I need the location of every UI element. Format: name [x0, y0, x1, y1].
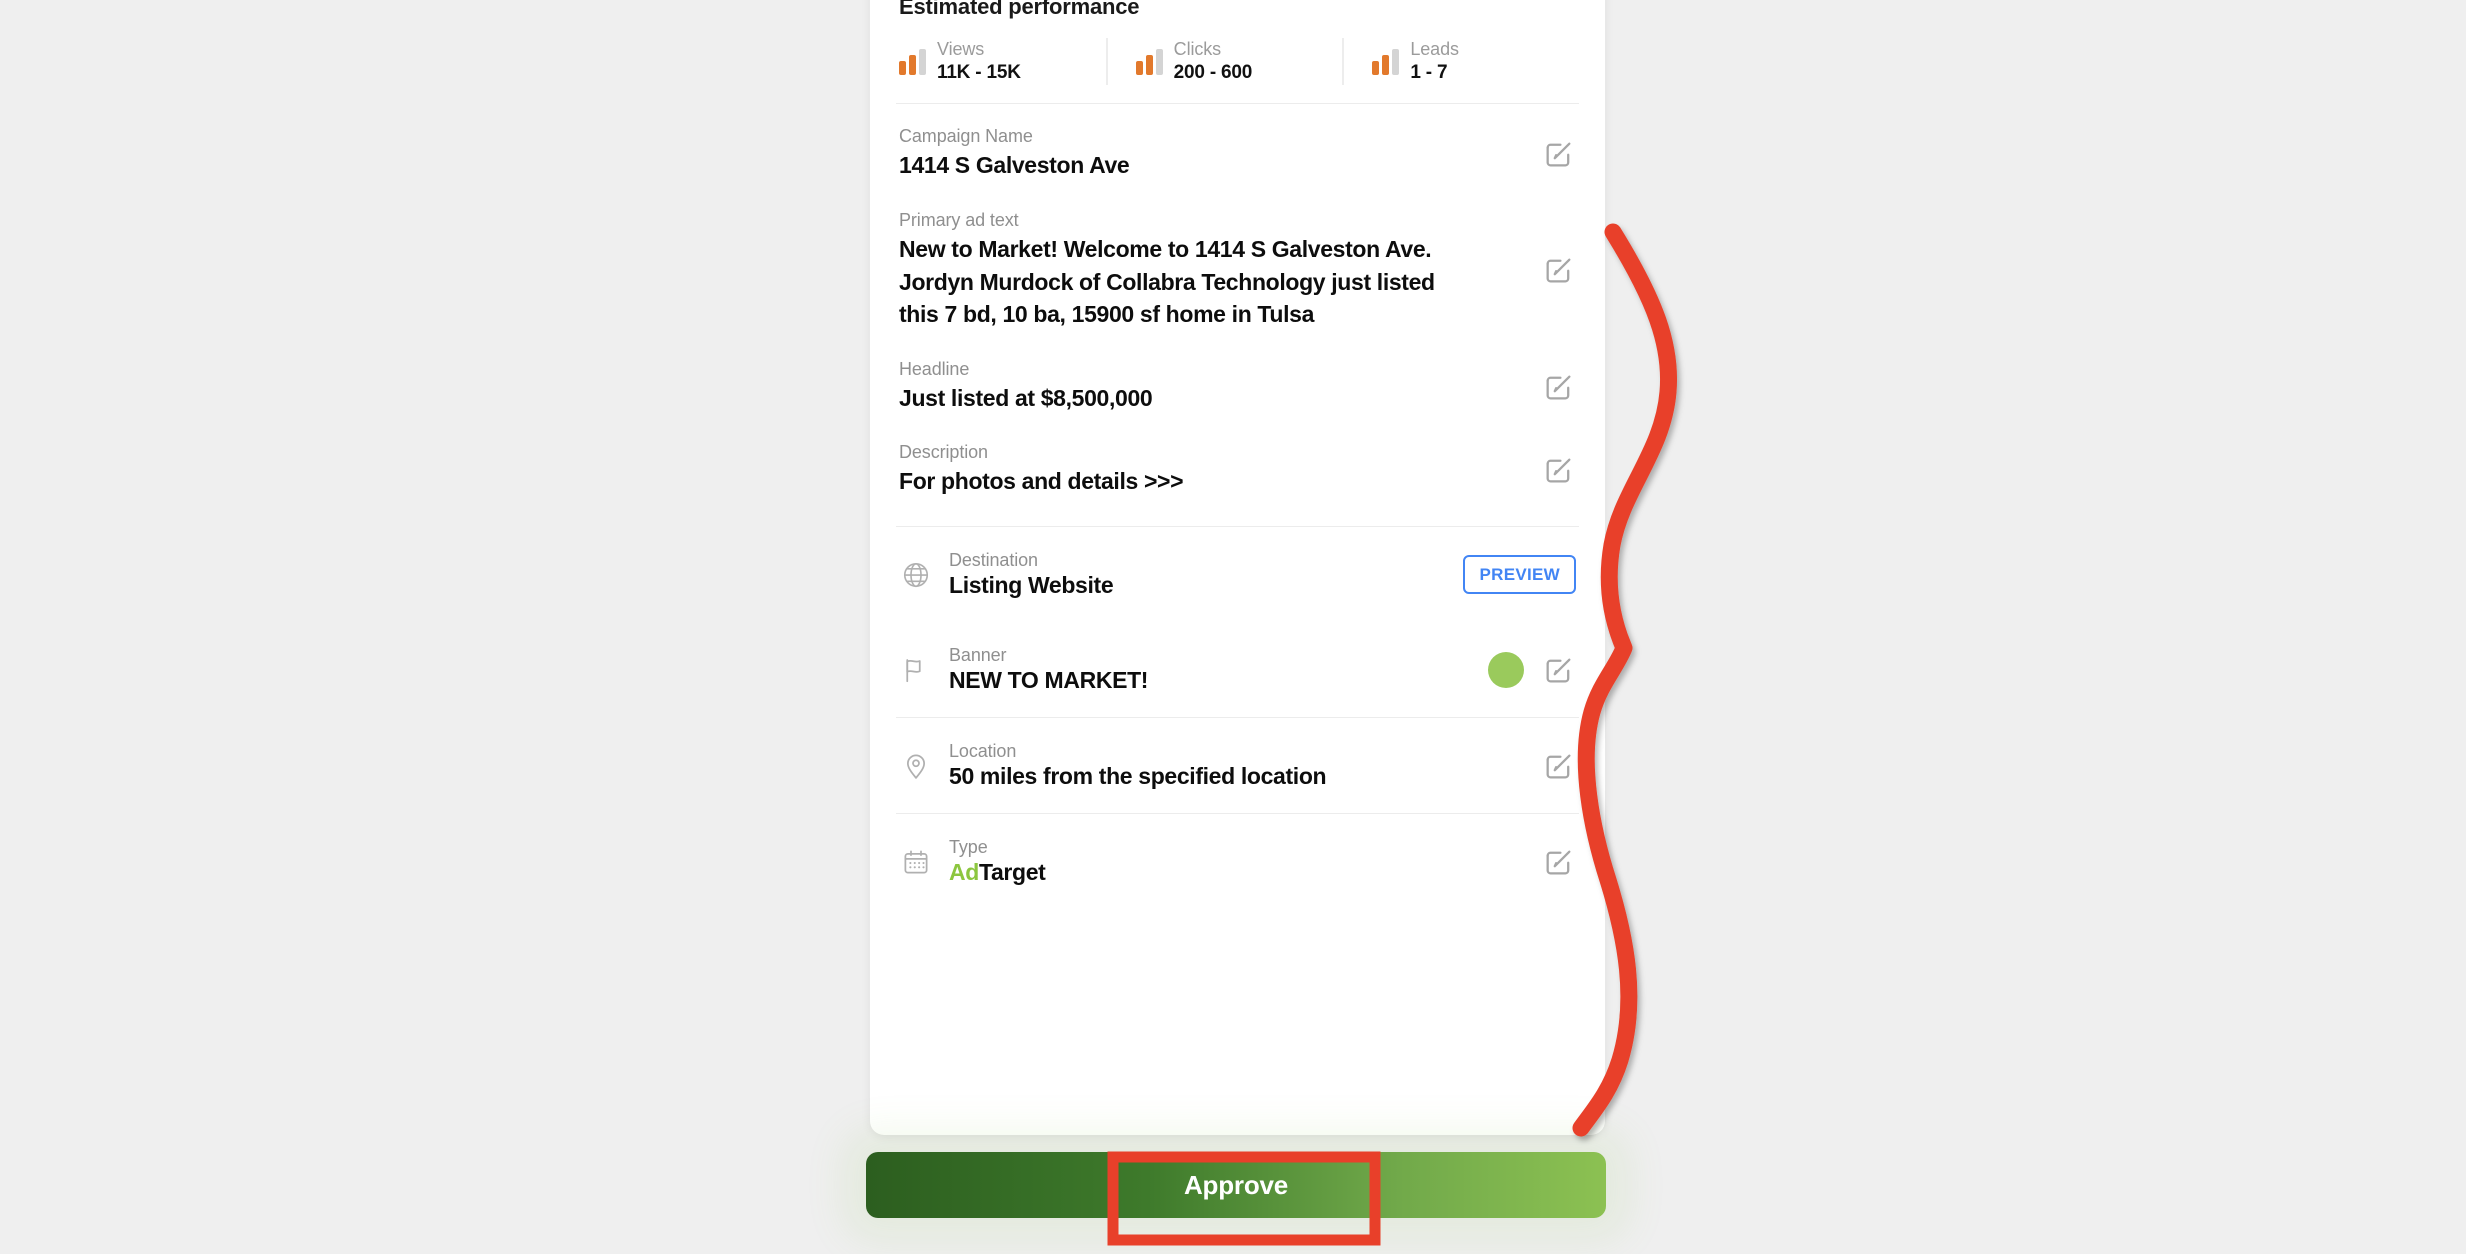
metric-label: Clicks [1173, 39, 1222, 59]
row-value: AdTarget [949, 859, 1542, 886]
edit-icon[interactable] [1542, 137, 1576, 171]
estimated-performance-title: Estimated performance [899, 0, 1140, 19]
row-label: Location [949, 741, 1017, 762]
location-pin-icon [899, 749, 933, 783]
row-label: Destination [949, 550, 1038, 571]
field-label: Primary ad text [899, 209, 1019, 230]
metric-leads: Leads 1 - 7 [1342, 38, 1579, 86]
field-headline: Headline Just listed at $8,500,000 [896, 337, 1579, 421]
row-location: Location 50 miles from the specified loc… [896, 718, 1579, 813]
calendar-icon [899, 845, 933, 879]
edit-icon[interactable] [1542, 370, 1576, 404]
metric-value: 200 - 600 [1173, 61, 1253, 83]
field-campaign-name: Campaign Name 1414 S Galveston Ave [896, 104, 1579, 188]
bar-chart-icon [1372, 48, 1400, 75]
row-value: Listing Website [949, 572, 1114, 599]
edit-icon[interactable] [1542, 253, 1576, 287]
row-value-prefix: Ad [949, 859, 979, 886]
bar-chart-icon [1135, 48, 1163, 75]
approve-button[interactable]: Approve [866, 1152, 1606, 1218]
field-value: For photos and details >>> [899, 468, 1184, 495]
edit-icon[interactable] [1542, 453, 1576, 487]
metric-value: 1 - 7 [1410, 61, 1448, 83]
field-value: New to Market! Welcome to 1414 S Galvest… [899, 235, 1435, 328]
metric-label: Views [937, 39, 985, 59]
field-primary-ad-text: Primary ad text New to Market! Welcome t… [896, 188, 1579, 337]
row-value: 50 miles from the specified location [949, 763, 1327, 790]
row-label: Type [949, 837, 988, 858]
bar-chart-icon [899, 48, 926, 75]
row-value: NEW TO MARKET! [949, 667, 1149, 694]
field-label: Campaign Name [899, 126, 1033, 147]
metric-clicks: Clicks 200 - 600 [1105, 38, 1343, 86]
campaign-detail-card: Estimated performance Views 11K - 15K Cl… [870, 0, 1605, 1135]
field-label: Headline [899, 358, 970, 379]
row-banner: Banner NEW TO MARKET! [896, 622, 1579, 717]
edit-icon[interactable] [1542, 845, 1576, 879]
field-label: Description [899, 442, 988, 463]
metric-views: Views 11K - 15K [896, 38, 1106, 85]
row-value-suffix: Target [978, 859, 1046, 886]
preview-button[interactable]: PREVIEW [1463, 555, 1576, 595]
edit-icon[interactable] [1542, 653, 1576, 687]
flag-icon [899, 653, 933, 687]
edit-icon[interactable] [1542, 749, 1576, 783]
row-destination: Destination Listing Website PREVIEW [896, 527, 1579, 622]
estimated-performance-section: Estimated performance Views 11K - 15K Cl… [896, 0, 1579, 103]
row-type: Type AdTarget [896, 814, 1579, 909]
row-label: Banner [949, 645, 1007, 666]
field-value: Just listed at $8,500,000 [899, 384, 1153, 411]
field-value: 1414 S Galveston Ave [899, 152, 1130, 179]
metric-value: 11K - 15K [937, 61, 1021, 83]
globe-icon [899, 558, 933, 592]
field-description: Description For photos and details >>> [896, 420, 1579, 504]
metric-label: Leads [1410, 39, 1459, 59]
performance-metrics-row: Views 11K - 15K Clicks 200 - 600 Leads 1… [896, 38, 1579, 103]
banner-color-swatch[interactable] [1488, 651, 1524, 688]
